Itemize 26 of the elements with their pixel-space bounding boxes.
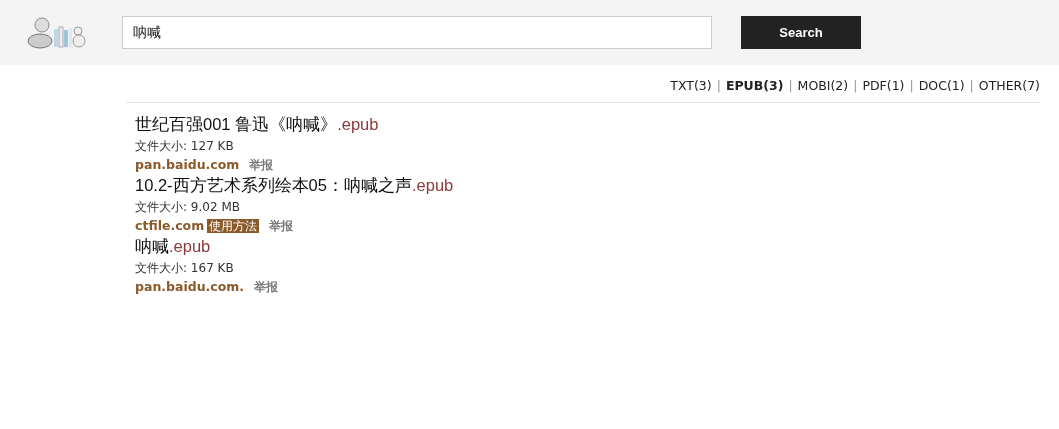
format-filter-link[interactable]: TXT(3): [670, 78, 712, 93]
format-filter-link[interactable]: PDF(1): [862, 78, 905, 93]
separator: |: [788, 78, 793, 93]
report-link[interactable]: 举报: [269, 218, 294, 233]
search-button[interactable]: Search: [741, 16, 861, 49]
result-title-link[interactable]: 世纪百强001 鲁迅《呐喊》.epub: [135, 112, 379, 135]
result-title-link[interactable]: 10.2-西方艺术系列绘本05：呐喊之声.epub: [135, 173, 454, 196]
source-link[interactable]: ctfile.com: [135, 217, 205, 233]
file-size-text: 文件大小: 167 KB: [135, 259, 235, 277]
source-link[interactable]: pan.baidu.com: [135, 156, 240, 172]
separator: |: [716, 78, 721, 93]
format-filter-link[interactable]: EPUB(3): [725, 78, 784, 93]
file-size-text: 文件大小: 127 KB: [135, 137, 235, 155]
source-link[interactable]: pan.baidu.com.: [135, 278, 245, 294]
file-size-text: 文件大小: 9.02 MB: [135, 198, 241, 216]
separator: |: [969, 78, 974, 93]
report-link[interactable]: 举报: [254, 279, 279, 294]
report-link[interactable]: 举报: [249, 157, 274, 172]
format-filter-link[interactable]: OTHER(7): [978, 78, 1040, 93]
separator: |: [853, 78, 858, 93]
format-filter-link[interactable]: MOBI(2): [797, 78, 849, 93]
separator: |: [909, 78, 914, 93]
search-field[interactable]: 呐喊: [122, 16, 712, 49]
result-title-link[interactable]: 呐喊.epub: [135, 234, 211, 257]
format-filter-link[interactable]: DOC(1): [918, 78, 965, 93]
usage-tag-link[interactable]: 使用方法: [207, 218, 260, 233]
